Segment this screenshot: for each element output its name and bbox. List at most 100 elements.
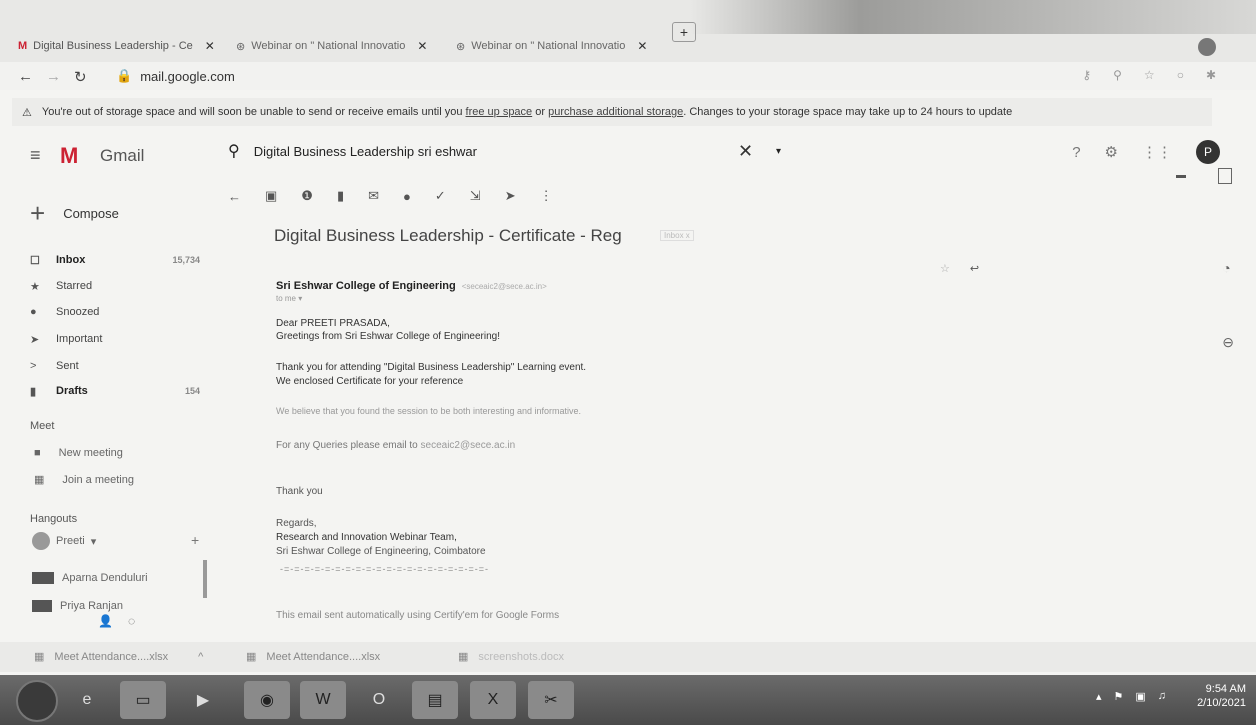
plus-icon: + <box>30 198 46 228</box>
new-tab-button[interactable]: + <box>672 22 696 42</box>
compose-label: Compose <box>63 205 119 221</box>
mark-unread-icon[interactable]: ✉ <box>368 188 379 204</box>
gmail-logo[interactable]: M <box>60 143 78 169</box>
back-icon[interactable]: ← <box>18 68 33 85</box>
close-tab-icon[interactable]: ✕ <box>637 39 647 53</box>
input-tools-icon[interactable]: ▬ <box>1176 170 1186 181</box>
add-contact-icon[interactable]: + <box>191 532 199 548</box>
downloads-bar: ▦ Meet Attendance....xlsx ^ ▦ Meet Atten… <box>0 642 1256 672</box>
recipient-line[interactable]: to me ▾ <box>276 294 302 303</box>
clock[interactable]: 9:54 AM 2/10/2021 <box>1197 682 1246 710</box>
apps-icon[interactable]: ⋮⋮ <box>1142 143 1172 161</box>
email-divider: -=-=-=-=-=-=-=-=-=-=-=-=-=-=-=-=-=-=-=-=… <box>280 564 490 574</box>
inbox-label-badge[interactable]: Inbox x <box>660 230 694 241</box>
hangouts-contact[interactable]: Priya Ranjan <box>32 600 123 612</box>
queries-text: For any Queries please email to <box>276 440 418 451</box>
star-bookmark-icon[interactable]: ☆ <box>1144 68 1155 82</box>
join-meeting-item[interactable]: ▦ Join a meeting <box>34 473 134 487</box>
window-titlebar <box>690 0 1256 34</box>
new-meeting-item[interactable]: ■ New meeting <box>34 447 123 459</box>
url-field[interactable]: 🔒 mail.google.com <box>116 68 235 84</box>
ie-icon[interactable]: e <box>64 681 110 719</box>
start-button[interactable] <box>16 680 58 722</box>
sidebar-item-sent[interactable]: > Sent <box>30 356 200 376</box>
avatar <box>32 600 52 612</box>
key-icon[interactable]: ⚷ <box>1082 68 1091 82</box>
archive-icon[interactable]: ▣ <box>265 188 277 204</box>
tab-gmail[interactable]: M Digital Business Leadership - Ce ✕ <box>18 34 215 58</box>
move-to-icon[interactable]: ⇲ <box>470 188 481 204</box>
star-icon[interactable]: ☆ <box>940 262 950 275</box>
purchase-storage-link[interactable]: purchase additional storage <box>548 106 683 118</box>
compose-button[interactable]: + Compose <box>30 198 119 228</box>
excel-file-icon: ▦ <box>246 651 257 663</box>
pin-icon[interactable]: ✱ <box>1206 68 1216 82</box>
sidebar-item-label: Snoozed <box>56 306 100 318</box>
network-icon[interactable]: ▣ <box>1135 690 1145 703</box>
sidebar-item-snoozed[interactable]: ● Snoozed <box>30 302 200 322</box>
address-bar: ← → ↻ 🔒 mail.google.com ⚷ ⚲ ☆ ○ ✱ <box>0 62 1256 90</box>
delete-icon[interactable]: ▮ <box>337 188 344 204</box>
zoom-icon[interactable]: ⚲ <box>1113 68 1122 82</box>
gmail-wordmark[interactable]: Gmail <box>100 146 144 166</box>
side-panel-toggle[interactable] <box>1218 168 1232 184</box>
explorer-icon[interactable]: ▤ <box>412 681 458 719</box>
account-avatar[interactable]: P <box>1196 140 1220 164</box>
chrome-icon[interactable]: ◉ <box>244 681 290 719</box>
sidebar-item-important[interactable]: ➤ Important <box>30 329 200 349</box>
keep-icon[interactable]: ◔ <box>1222 260 1234 276</box>
media-player-icon[interactable]: ▶ <box>180 681 226 719</box>
snipping-tool-icon[interactable]: ✂ <box>528 681 574 719</box>
tray-arrow-icon[interactable]: ▴ <box>1096 690 1102 703</box>
hangouts-contact[interactable]: Aparna Denduluri <box>32 572 148 584</box>
forward-icon[interactable]: → <box>46 68 61 85</box>
browser-profile-icon[interactable] <box>1198 38 1216 56</box>
search-options-icon[interactable]: ▾ <box>776 146 781 157</box>
sender-name: Sri Eshwar College of Engineering <box>276 280 456 292</box>
hangouts-self[interactable]: Preeti ▾ <box>32 532 96 550</box>
help-icon[interactable]: ? <box>1072 144 1080 161</box>
clear-search-icon[interactable]: ✕ <box>738 141 753 162</box>
folder-icon[interactable]: ▭ <box>120 681 166 719</box>
label-icon[interactable]: ➤ <box>505 188 516 204</box>
volume-icon[interactable]: ♫ <box>1158 690 1166 703</box>
avatar <box>32 572 54 584</box>
system-tray: ▴ ⚑ ▣ ♫ <box>1096 690 1166 703</box>
main-menu-icon[interactable]: ≡ <box>30 145 41 166</box>
excel-icon[interactable]: X <box>470 681 516 719</box>
queries-email-link[interactable]: seceaic2@sece.ac.in <box>421 440 516 451</box>
word-icon[interactable]: W <box>300 681 346 719</box>
search-input[interactable]: Digital Business Leadership sri eshwar <box>254 144 477 159</box>
search-icon[interactable]: ⚲ <box>228 141 240 161</box>
email-line: We believe that you found the session to… <box>276 406 582 416</box>
more-options-icon[interactable]: ⋮ <box>540 188 553 204</box>
chat-icon[interactable]: ◌ <box>128 614 135 628</box>
tab-webinar-1[interactable]: ⊛ Webinar on " National Innovatio ✕ <box>236 34 427 58</box>
download-item[interactable]: ▦ screenshots.docx <box>458 650 564 664</box>
reload-icon[interactable]: ↻ <box>74 68 87 86</box>
free-up-space-link[interactable]: free up space <box>466 106 533 118</box>
reply-icon[interactable]: ↩ <box>970 262 979 275</box>
download-item[interactable]: ▦ Meet Attendance....xlsx <box>246 650 380 664</box>
settings-icon[interactable]: ⚙ <box>1105 143 1118 161</box>
person-icon[interactable]: 👤 <box>98 614 113 628</box>
sidebar-item-starred[interactable]: ★ Starred <box>30 276 200 296</box>
sidebar-item-inbox[interactable]: ☐ Inbox 15,734 <box>30 250 200 270</box>
back-arrow-icon[interactable]: ← <box>228 189 241 204</box>
sidebar-item-drafts[interactable]: ▮ Drafts 154 <box>30 381 200 401</box>
tab-webinar-2[interactable]: ⊛ Webinar on " National Innovatio ✕ <box>456 34 647 58</box>
contacts-icon[interactable]: ⊖ <box>1222 334 1234 351</box>
report-spam-icon[interactable]: ❶ <box>301 188 313 204</box>
extension-icon[interactable]: ○ <box>1177 68 1184 82</box>
add-task-icon[interactable]: ✓ <box>435 188 446 204</box>
search-bar[interactable]: ⚲ Digital Business Leadership sri eshwar… <box>228 136 781 166</box>
close-tab-icon[interactable]: ✕ <box>417 39 427 53</box>
sender-email: <seceaic2@sece.ac.in> <box>461 282 547 291</box>
snooze-icon[interactable]: ● <box>403 189 411 204</box>
close-tab-icon[interactable]: ✕ <box>205 39 215 53</box>
sidebar-scrollbar[interactable] <box>203 560 207 598</box>
flag-icon[interactable]: ⚑ <box>1113 690 1123 703</box>
opera-icon[interactable]: O <box>356 681 402 719</box>
storage-warning-banner: ⚠ You're out of storage space and will s… <box>12 98 1212 126</box>
download-item[interactable]: ▦ Meet Attendance....xlsx ^ <box>34 650 203 664</box>
